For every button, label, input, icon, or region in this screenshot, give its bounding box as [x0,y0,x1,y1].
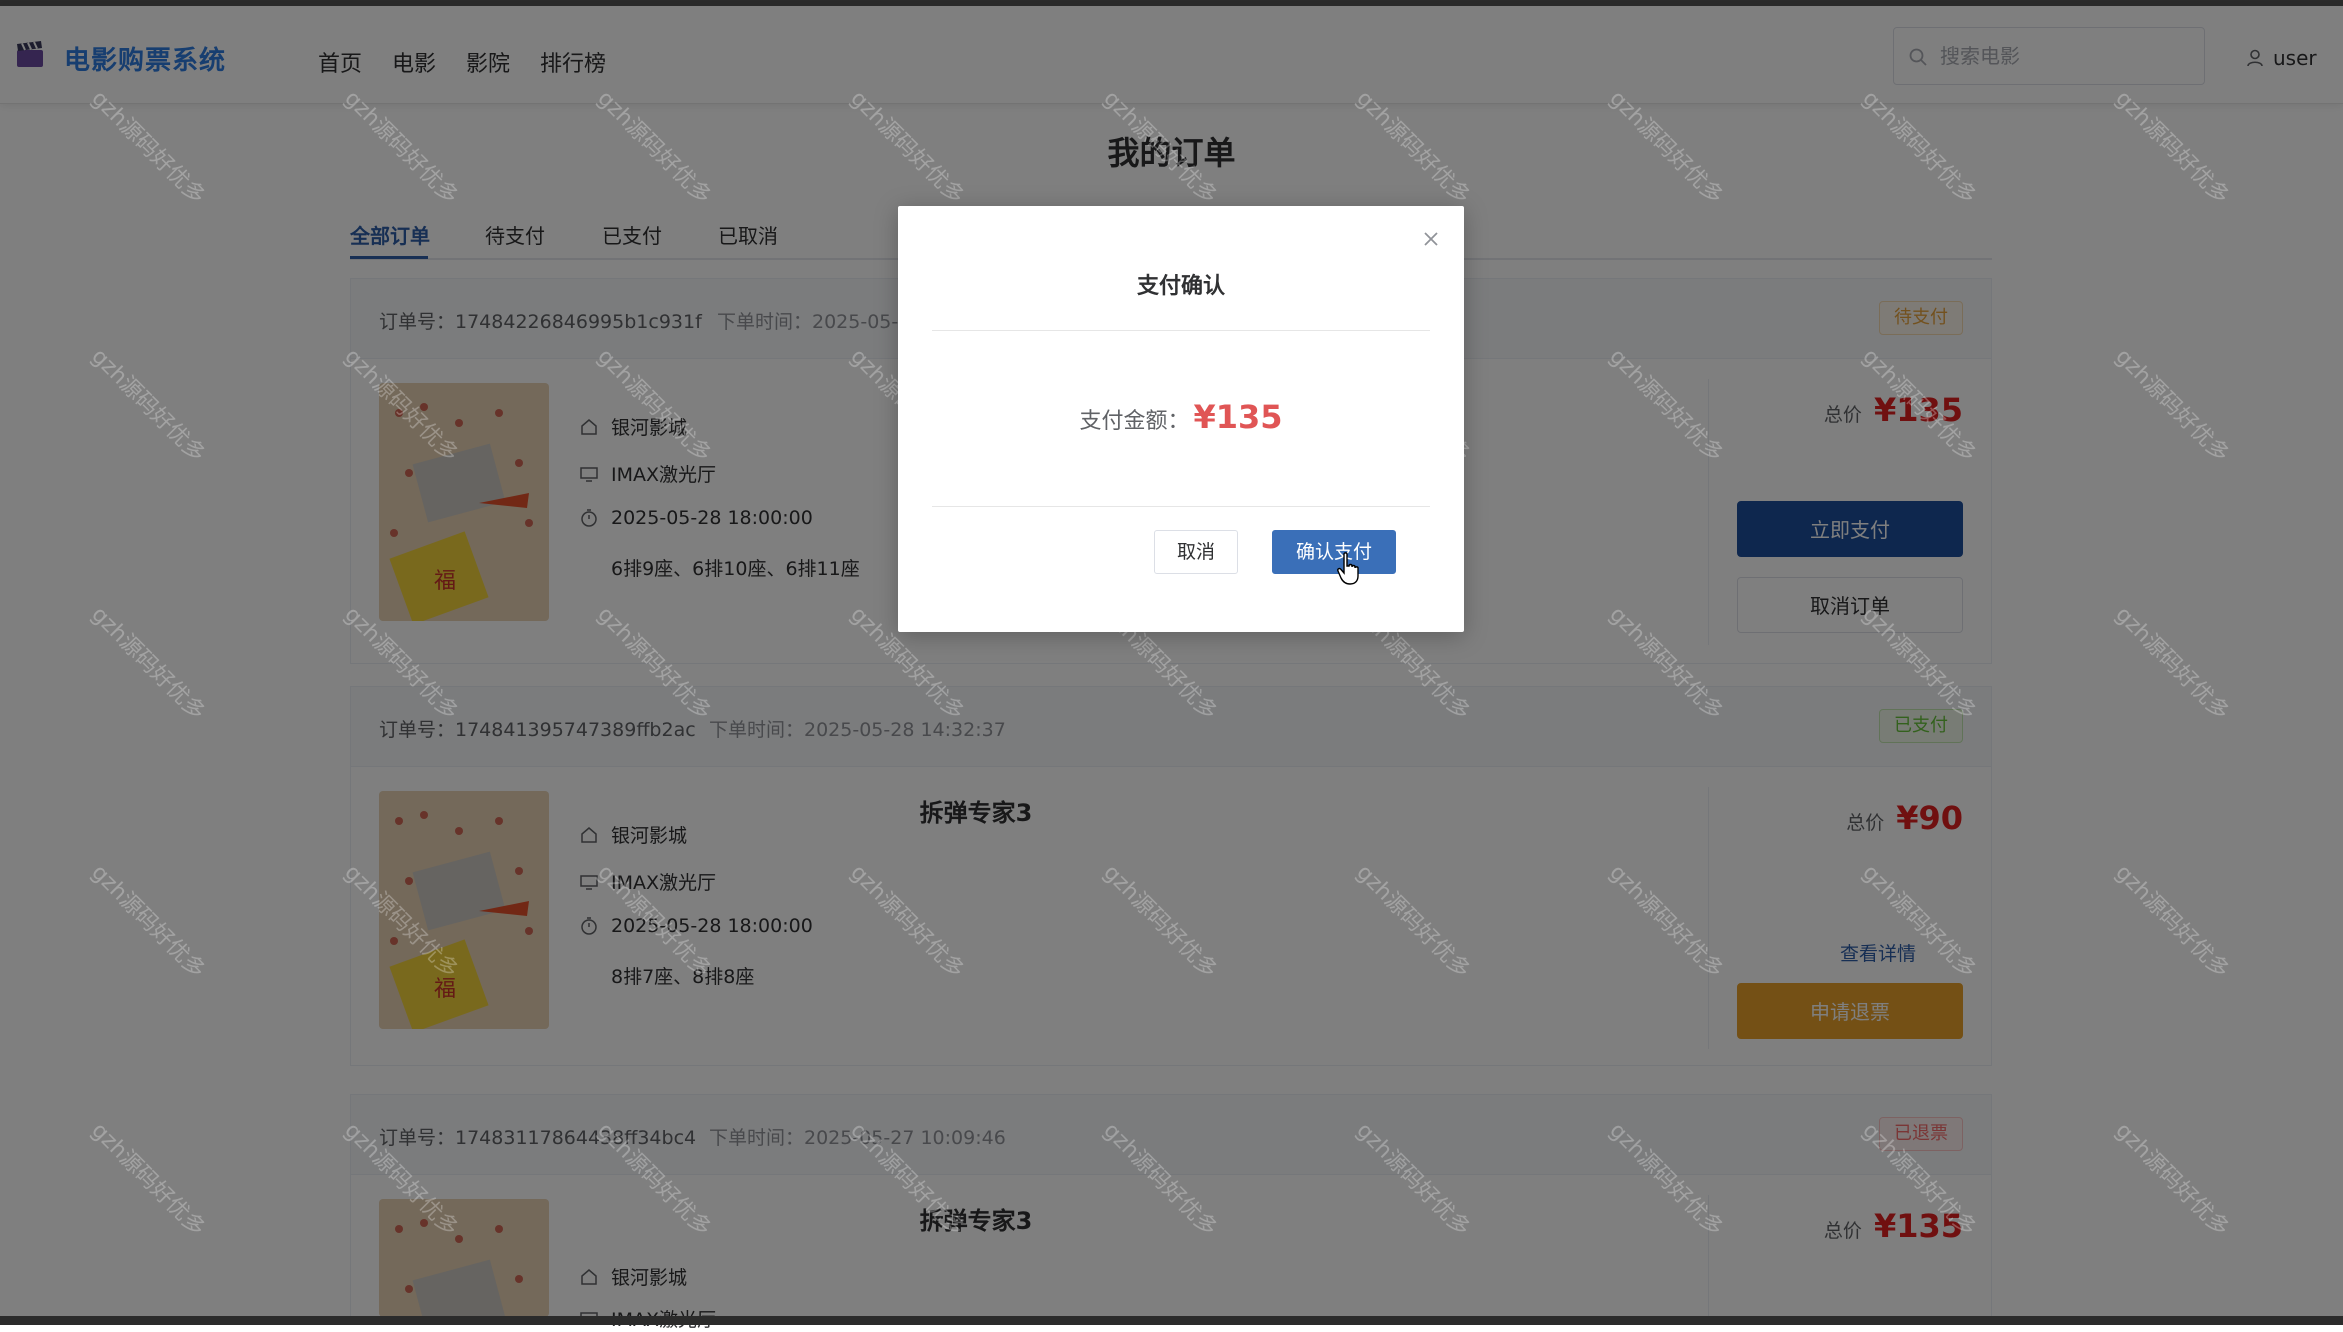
dialog-divider [932,506,1430,507]
payment-amount: 支付金额： ¥135 [898,398,1464,436]
dialog-cancel-button[interactable]: 取消 [1154,530,1238,574]
dialog-title: 支付确认 [1136,274,1225,299]
hand-cursor-icon [1337,552,1359,585]
modal-overlay[interactable] [0,6,2343,1316]
confirm-payment-button[interactable]: 确认支付 [1272,530,1396,574]
dialog-divider [932,330,1430,331]
close-icon[interactable] [1420,228,1442,250]
amount-value: ¥135 [1193,398,1283,436]
payment-confirm-dialog: 支付确认 支付金额： ¥135 取消 确认支付 [898,206,1464,632]
window-frame-bottom [0,1316,2343,1325]
amount-label: 支付金额： [1079,409,1190,434]
